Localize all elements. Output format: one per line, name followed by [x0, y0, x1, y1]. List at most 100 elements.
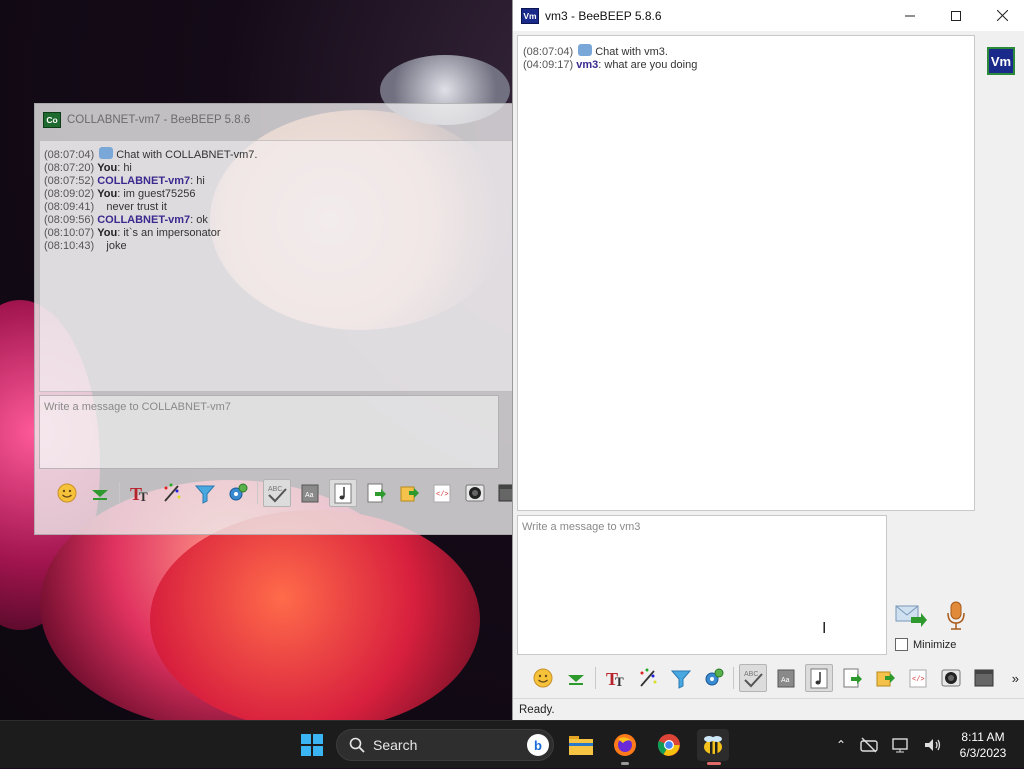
beebeep-button[interactable] — [697, 729, 729, 765]
spellcheck-button[interactable]: ABC — [739, 664, 767, 692]
window-titlebar[interactable]: Co COLLABNET-vm7 - BeeBEEP 5.8.6 — [35, 104, 513, 136]
chat-lines: (08:07:04) Chat with COLLABNET-vm7. (08:0… — [40, 141, 513, 259]
window-title: COLLABNET-vm7 - BeeBEEP 5.8.6 — [67, 114, 251, 126]
text-color-button[interactable] — [158, 479, 186, 507]
camera-icon — [465, 484, 485, 502]
chat-history[interactable]: (08:07:04) Chat with vm3. (04:09:17) vm3:… — [517, 35, 975, 511]
camera-button[interactable] — [461, 479, 489, 507]
collapse-button[interactable] — [562, 664, 590, 692]
network-disconnected-icon[interactable] — [860, 737, 878, 753]
text-color-button[interactable] — [634, 664, 662, 692]
message-time: (08:07:04) — [523, 46, 574, 58]
emoji-icon — [57, 483, 77, 503]
chat-message: (04:09:17) vm3: what are you doing — [523, 59, 698, 71]
filter-button[interactable] — [191, 479, 219, 507]
taskbar: Search b ⌃ 8:11 AM 6/3/2023 — [0, 720, 1024, 768]
chat-window-vm3: Vm vm3 - BeeBEEP 5.8.6 (08:07:04) Chat w… — [512, 0, 1024, 720]
message-time: (08:09:02) — [44, 188, 95, 200]
filter-icon — [194, 485, 216, 504]
maximize-window-button[interactable] — [933, 0, 979, 31]
chat-message: (08:09:41) never trust it — [44, 201, 510, 214]
svg-text:ABC: ABC — [268, 486, 282, 493]
send-file-button[interactable] — [395, 479, 423, 507]
minimize-option[interactable]: Minimize — [895, 638, 956, 651]
message-sender: You — [97, 162, 118, 174]
message-text: Chat with COLLABNET-vm7. — [116, 149, 258, 161]
svg-text:</>: </> — [436, 491, 449, 499]
save-chat-button[interactable] — [362, 479, 390, 507]
text-font-button[interactable]: TT — [601, 664, 629, 692]
send-button[interactable] — [895, 600, 927, 630]
dictionary-button[interactable]: Aa — [772, 664, 800, 692]
camera-button[interactable] — [937, 664, 965, 692]
text-color-icon — [640, 668, 657, 687]
send-message-icon — [895, 605, 927, 627]
message-text: hi — [196, 175, 205, 187]
sound-button[interactable] — [805, 664, 833, 692]
minimize-label: Minimize — [913, 638, 957, 651]
chevron-up-icon[interactable]: ⌃ — [836, 738, 846, 752]
collapse-button[interactable] — [86, 479, 114, 507]
archive-button[interactable] — [494, 479, 513, 507]
send-file-button[interactable] — [871, 664, 899, 692]
status-text: Ready. — [519, 703, 555, 716]
display-icon[interactable] — [892, 737, 910, 753]
chat-message: (08:07:04) Chat with COLLABNET-vm7. — [44, 147, 510, 162]
running-indicator — [621, 762, 629, 765]
chat-toolbar: T T ABC Aa </> » — [517, 661, 1024, 695]
save-chat-icon — [367, 483, 386, 503]
bing-icon[interactable]: b — [527, 734, 549, 756]
avatar[interactable]: Vm — [987, 47, 1015, 75]
file-explorer-button[interactable] — [565, 729, 597, 761]
window-titlebar[interactable]: Vm vm3 - BeeBEEP 5.8.6 — [513, 0, 1024, 31]
message-text: Chat with vm3. — [595, 46, 668, 58]
folder-icon — [569, 736, 593, 755]
minimize-checkbox[interactable] — [895, 638, 908, 651]
active-indicator — [707, 762, 721, 765]
toolbar-separator — [595, 667, 596, 689]
message-input[interactable]: Write a message to COLLABNET-vm7 — [39, 395, 499, 469]
taskbar-clock[interactable]: 8:11 AM 6/3/2023 — [948, 729, 1018, 761]
spellcheck-button[interactable]: ABC — [263, 479, 291, 507]
minimize-window-button[interactable] — [887, 0, 933, 31]
sound-icon — [334, 483, 352, 504]
message-time: (08:09:41) — [44, 201, 95, 213]
search-icon — [349, 737, 365, 753]
archive-icon — [974, 669, 994, 687]
screenshot-button[interactable]: </> — [904, 664, 932, 692]
settings-button[interactable] — [700, 664, 728, 692]
message-input[interactable]: Write a message to vm3 I — [517, 515, 887, 655]
toolbar-separator — [733, 667, 734, 689]
toolbar-separator — [119, 482, 120, 504]
collapse-icon — [568, 675, 584, 685]
message-time: (08:07:04) — [44, 149, 95, 161]
toolbar-overflow-button[interactable]: » — [1012, 671, 1019, 686]
filter-button[interactable] — [667, 664, 695, 692]
emoji-button[interactable] — [529, 664, 557, 692]
start-button[interactable] — [296, 729, 328, 761]
message-sender: vm3 — [576, 59, 599, 71]
screenshot-button[interactable]: </> — [428, 479, 456, 507]
emoji-button[interactable] — [53, 479, 81, 507]
save-chat-button[interactable] — [838, 664, 866, 692]
app-icon: Co — [43, 112, 61, 128]
chat-history[interactable]: (08:07:04) Chat with COLLABNET-vm7. (08:0… — [39, 140, 513, 392]
svg-text:Aa: Aa — [305, 492, 314, 499]
chat-bubble-icon — [99, 147, 114, 159]
close-window-button[interactable] — [979, 0, 1024, 31]
volume-icon[interactable] — [924, 737, 942, 753]
text-font-button[interactable]: TT — [125, 479, 153, 507]
sound-button[interactable] — [329, 479, 357, 507]
message-time: (08:10:43) — [44, 240, 95, 252]
dictionary-button[interactable]: Aa — [296, 479, 324, 507]
archive-button[interactable] — [970, 664, 998, 692]
message-time: (04:09:17) — [523, 59, 574, 71]
settings-button[interactable] — [224, 479, 252, 507]
firefox-button[interactable] — [609, 729, 641, 765]
voice-message-button[interactable] — [941, 600, 971, 632]
taskbar-search[interactable]: Search b — [336, 729, 554, 761]
message-text: hi — [123, 162, 132, 174]
send-file-icon — [400, 486, 419, 502]
chrome-button[interactable] — [653, 729, 685, 761]
spellcheck-icon: ABC — [268, 486, 287, 503]
